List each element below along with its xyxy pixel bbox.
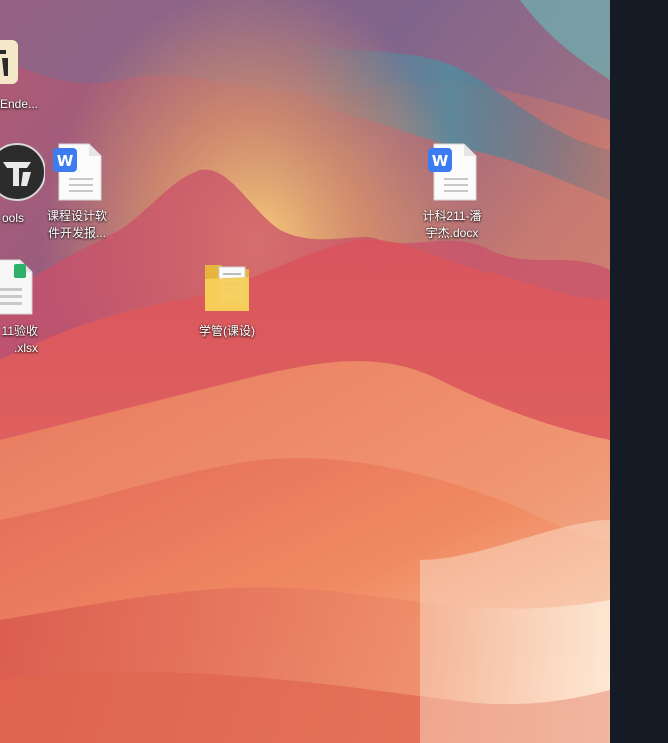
desktop-icon-xlsx[interactable]: 11验收 .xlsx	[0, 255, 52, 355]
word-document-icon: W	[47, 140, 107, 204]
desktop-wallpaper	[0, 0, 610, 743]
desktop-icon-folder[interactable]: 学管(课设)	[185, 255, 269, 340]
desktop-icon-app[interactable]: Ende...	[0, 30, 38, 111]
side-panel	[610, 0, 668, 743]
desktop-icon-docx-report[interactable]: W 计科211-潘 宇杰.docx	[410, 140, 494, 242]
desktop-icon-docx-course[interactable]: W 课程设计软 件开发报...	[35, 140, 119, 242]
desktop-icon-xlsx-label: 11验收 .xlsx	[1, 324, 38, 355]
excel-file-icon	[0, 255, 40, 319]
svg-text:W: W	[432, 152, 449, 170]
desktop-icon-docx-report-label: 计科211-潘 宇杰.docx	[422, 209, 482, 240]
desktop-icon-app-label: Ende...	[0, 97, 38, 111]
desktop-icon-docx-course-label: 课程设计软 件开发报...	[46, 209, 107, 240]
desktop-icon-folder-label: 学管(课设)	[199, 324, 255, 338]
app-icon	[0, 30, 26, 94]
folder-icon	[197, 255, 257, 319]
svg-text:W: W	[57, 152, 74, 170]
desktop: Ende... ools 11验收 .xlsx W 课程设计软 件开发报... …	[0, 0, 668, 743]
word-document-icon: W	[422, 140, 482, 204]
desktop-icon-tools-label: ools	[1, 211, 24, 225]
